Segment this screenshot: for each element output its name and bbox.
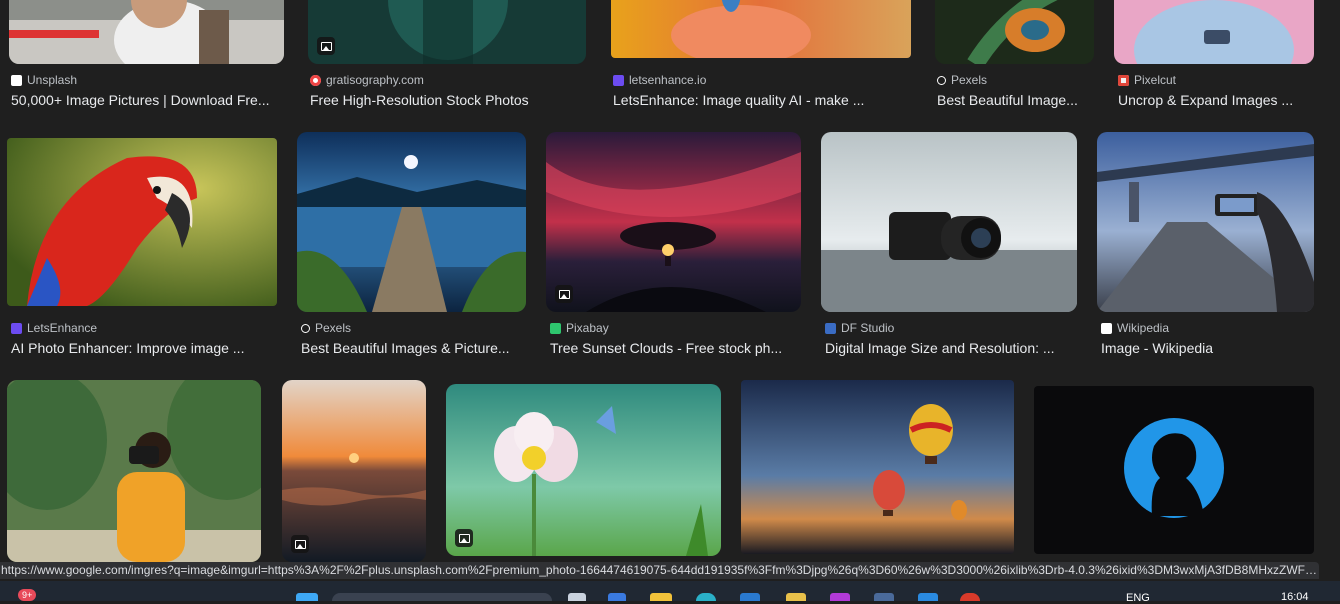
result-title[interactable]: Uncrop & Expand Images ... [1118,92,1300,108]
taskbar-app-icon[interactable] [740,593,760,601]
result-title[interactable]: LetsEnhance: Image quality AI - make ... [613,92,875,108]
result-title[interactable]: Image - Wikipedia [1101,340,1311,356]
status-bar-url: https://www.google.com/imgres?q=image&im… [0,562,1319,579]
start-icon[interactable] [296,593,318,601]
image-type-icon [455,529,473,547]
letsenhance-favicon-icon [613,74,624,86]
taskbar-clock[interactable]: 16:04 [1281,591,1309,603]
result-title[interactable]: Free High-Resolution Stock Photos [310,92,586,108]
taskbar: 9+ ENG 16:04 [0,581,1340,604]
result-source[interactable]: LetsEnhance [11,321,97,335]
result-thumbnail[interactable] [741,380,1014,554]
result-thumbnail[interactable] [546,132,801,312]
result-thumbnail[interactable] [611,0,911,58]
taskbar-app-icon[interactable] [568,593,586,601]
gratisography-favicon-icon [310,74,321,86]
result-thumbnail[interactable] [935,0,1094,64]
pexels-favicon-icon [301,323,310,333]
result-source[interactable]: letsenhance.io [613,73,706,87]
chrome-icon[interactable] [960,593,980,601]
result-thumbnail[interactable] [1114,0,1314,64]
result-source[interactable]: Wikipedia [1101,321,1169,335]
result-thumbnail[interactable] [821,132,1077,312]
taskbar-app-icon[interactable] [786,593,806,601]
result-thumbnail[interactable] [1034,386,1314,554]
result-source[interactable]: Pexels [937,73,987,87]
result-title[interactable]: 50,000+ Image Pictures | Download Fre... [11,92,283,108]
result-title[interactable]: Best Beautiful Image... [937,92,1094,108]
search-box[interactable] [332,593,552,601]
result-source[interactable]: gratisography.com [310,73,424,87]
result-source[interactable]: DF Studio [825,321,894,335]
letsenhance-favicon-icon [11,322,22,334]
language-indicator[interactable]: ENG [1126,592,1150,604]
notification-badge[interactable]: 9+ [18,589,37,601]
taskbar-app-icon[interactable] [830,593,850,601]
taskbar-app-icon[interactable] [874,593,894,601]
unsplash-favicon-icon [11,74,22,86]
vscode-icon[interactable] [918,593,938,601]
result-source[interactable]: Unsplash [11,73,77,87]
image-type-icon [317,37,335,55]
result-thumbnail[interactable] [297,132,526,312]
result-source[interactable]: Pexels [301,321,351,335]
result-source[interactable]: Pixelcut [1118,73,1176,87]
pexels-favicon-icon [937,75,946,85]
file-explorer-icon[interactable] [650,593,672,601]
result-title[interactable]: Best Beautiful Images & Picture... [301,340,521,356]
edge-icon[interactable] [696,593,716,601]
result-title[interactable]: AI Photo Enhancer: Improve image ... [11,340,261,356]
wikipedia-favicon-icon [1101,322,1112,334]
taskbar-app-icon[interactable] [608,593,626,601]
result-thumbnail[interactable] [7,138,277,306]
image-type-icon [291,535,309,553]
dfstudio-favicon-icon [825,322,836,334]
result-thumbnail[interactable] [7,380,261,562]
pixelcut-favicon-icon [1118,74,1129,86]
pixabay-favicon-icon [550,322,561,334]
result-thumbnail[interactable] [446,384,721,556]
image-type-icon [555,285,573,303]
result-thumbnail[interactable] [1097,132,1314,312]
result-title[interactable]: Tree Sunset Clouds - Free stock ph... [550,340,795,356]
result-thumbnail[interactable] [282,380,426,562]
result-thumbnail[interactable] [9,0,284,64]
result-source[interactable]: Pixabay [550,321,609,335]
result-title[interactable]: Digital Image Size and Resolution: ... [825,340,1067,356]
result-thumbnail[interactable] [308,0,586,64]
